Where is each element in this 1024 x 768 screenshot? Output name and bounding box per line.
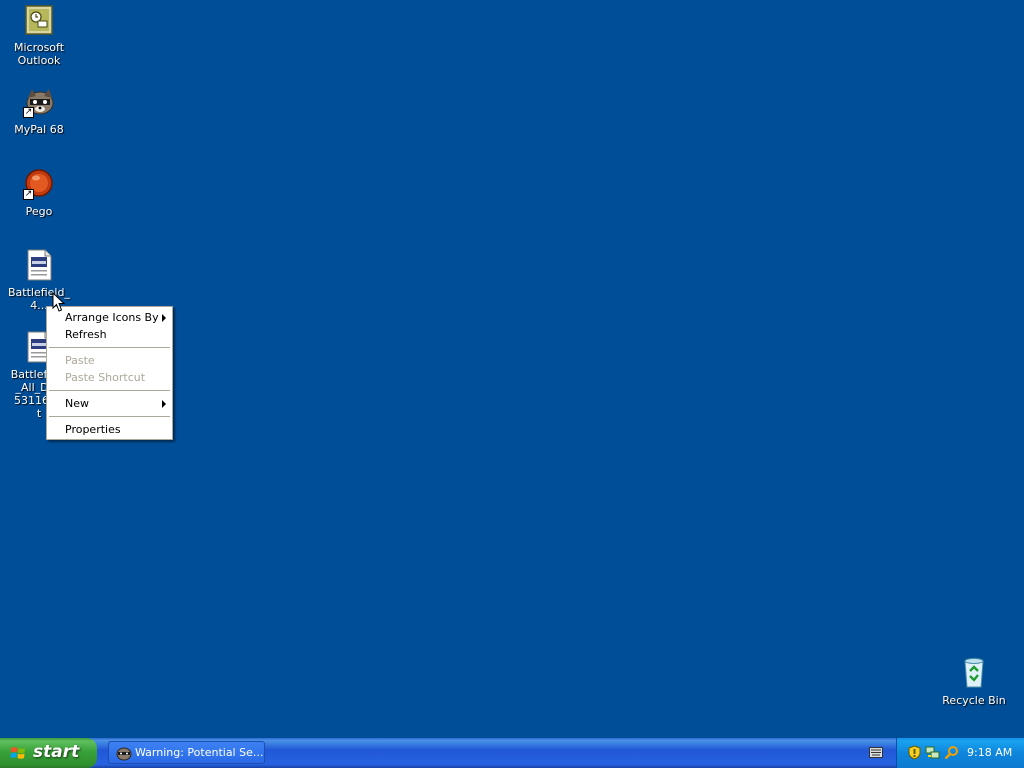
menu-separator [49,416,170,417]
menu-item-label: Paste [65,354,95,367]
mypal-icon: ↗ [23,86,55,118]
menu-separator [49,347,170,348]
desktop-icon-label: MyPal 68 [14,123,64,136]
desktop-icon-pego[interactable]: ↗ Pego [0,168,78,218]
search-icon[interactable] [944,745,959,760]
menu-item-label: Refresh [65,328,107,341]
taskbar: start Warning: Potential Se... 9:18 AM [0,738,1024,768]
menu-separator [49,390,170,391]
text-file-icon [23,249,55,281]
menu-item-label: Arrange Icons By [65,311,159,324]
desktop-icon-label: Recycle Bin [942,694,1006,707]
submenu-arrow-icon [162,400,166,408]
menu-item-paste: Paste [47,352,172,369]
clock[interactable]: 9:18 AM [967,746,1012,759]
mypal-icon [116,747,132,761]
desktop-icon-recycle-bin[interactable]: Recycle Bin [935,657,1013,707]
desktop-icon-mypal[interactable]: ↗ MyPal 68 [0,86,78,136]
keyboard-icon[interactable] [869,747,883,758]
menu-item-properties[interactable]: Properties [47,421,172,438]
pego-icon: ↗ [23,168,55,200]
windows-logo-icon [10,747,25,759]
desktop-icon-label: Pego [25,205,53,218]
desktop-icon-battlefield-4[interactable]: Battlefield_4... [0,249,78,312]
submenu-arrow-icon [162,314,166,322]
menu-item-refresh[interactable]: Refresh [47,326,172,343]
desktop[interactable]: Microsoft Outlook ↗ MyPal 68 ↗ Pego Batt… [0,0,1024,738]
menu-item-label: Paste Shortcut [65,371,146,384]
recycle-bin-icon [958,657,990,689]
security-shield-icon[interactable] [907,745,922,760]
network-icon[interactable] [925,745,940,760]
mouse-cursor-icon [52,292,65,312]
start-button[interactable]: start [0,738,97,768]
menu-item-arrange-icons-by[interactable]: Arrange Icons By [47,309,172,326]
menu-item-label: Properties [65,423,121,436]
menu-item-new[interactable]: New [47,395,172,412]
desktop-icon-outlook[interactable]: Microsoft Outlook [0,4,78,67]
shortcut-arrow-icon: ↗ [23,107,34,118]
start-label: start [33,742,80,762]
menu-item-label: New [65,397,89,410]
menu-item-paste-shortcut: Paste Shortcut [47,369,172,386]
desktop-icon-label: Microsoft Outlook [13,41,65,67]
taskbar-button-label: Warning: Potential Se... [135,746,264,759]
shortcut-arrow-icon: ↗ [23,189,34,200]
outlook-icon [23,4,55,36]
taskbar-button-warning[interactable]: Warning: Potential Se... [108,741,265,764]
system-tray: 9:18 AM [896,738,1024,768]
desktop-context-menu: Arrange Icons By Refresh Paste Paste Sho… [46,306,173,440]
